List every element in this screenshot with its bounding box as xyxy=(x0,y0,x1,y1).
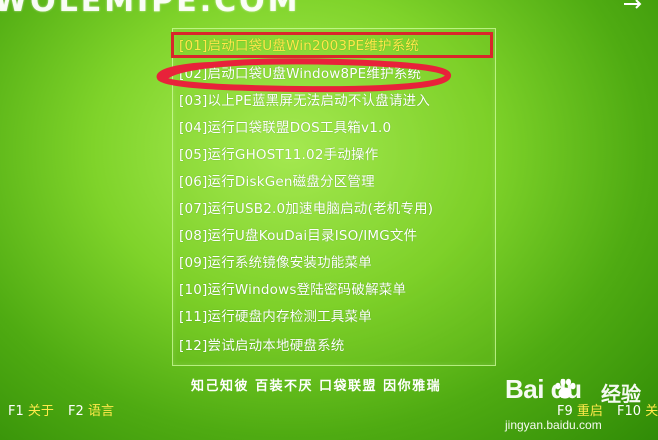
menu-item-03[interactable]: [03]以上PE蓝黑屏无法启动不认盘请进入 xyxy=(179,89,430,113)
corner-decoration-icon xyxy=(624,0,642,9)
boot-menu-panel: [01]启动口袋U盘Win2003PE维护系统 [02]启动口袋U盘Window… xyxy=(172,28,496,366)
menu-item-02[interactable]: [02]启动口袋U盘Window8PE维护系统 xyxy=(179,62,421,86)
jingyan-label: 经验 xyxy=(601,382,641,406)
menu-item-05[interactable]: [05]运行GHOST11.02手动操作 xyxy=(179,143,378,167)
slogan-text: 知己知彼 百装不厌 口袋联盟 因你雅瑞 xyxy=(191,379,442,394)
watermark-url: jingyan.baidu.com xyxy=(505,418,602,432)
menu-item-06[interactable]: [06]运行DiskGen磁盘分区管理 xyxy=(179,170,375,194)
f2-label[interactable]: 语言 xyxy=(88,404,114,419)
menu-item-07[interactable]: [07]运行USB2.0加速电脑启动(老机专用) xyxy=(179,197,433,221)
baidu-jingyan-watermark: Bai du 经验 jingyan.baidu.com xyxy=(505,372,655,438)
selected-item-highlight xyxy=(171,32,493,58)
menu-item-12[interactable]: [12]尝试启动本地硬盘系统 xyxy=(179,334,345,358)
f1-label[interactable]: 关于 xyxy=(28,404,54,419)
footer-left-keys: F1 关于 F2 语言 xyxy=(8,400,124,419)
menu-item-11[interactable]: [11]运行硬盘内存检测工具菜单 xyxy=(179,305,372,329)
menu-item-08[interactable]: [08]运行U盘KouDai目录ISO/IMG文件 xyxy=(179,224,417,248)
menu-item-09[interactable]: [09]运行系统镜像安装功能菜单 xyxy=(179,251,372,275)
menu-item-04[interactable]: [04]运行口袋联盟DOS工具箱v1.0 xyxy=(179,116,391,140)
paw-icon xyxy=(555,378,576,399)
f1-key[interactable]: F1 xyxy=(8,404,24,419)
f2-key[interactable]: F2 xyxy=(68,404,84,419)
menu-item-10[interactable]: [10]运行Windows登陆密码破解菜单 xyxy=(179,278,406,302)
brand-logo: WOLEMIPE.COM xyxy=(0,0,301,19)
